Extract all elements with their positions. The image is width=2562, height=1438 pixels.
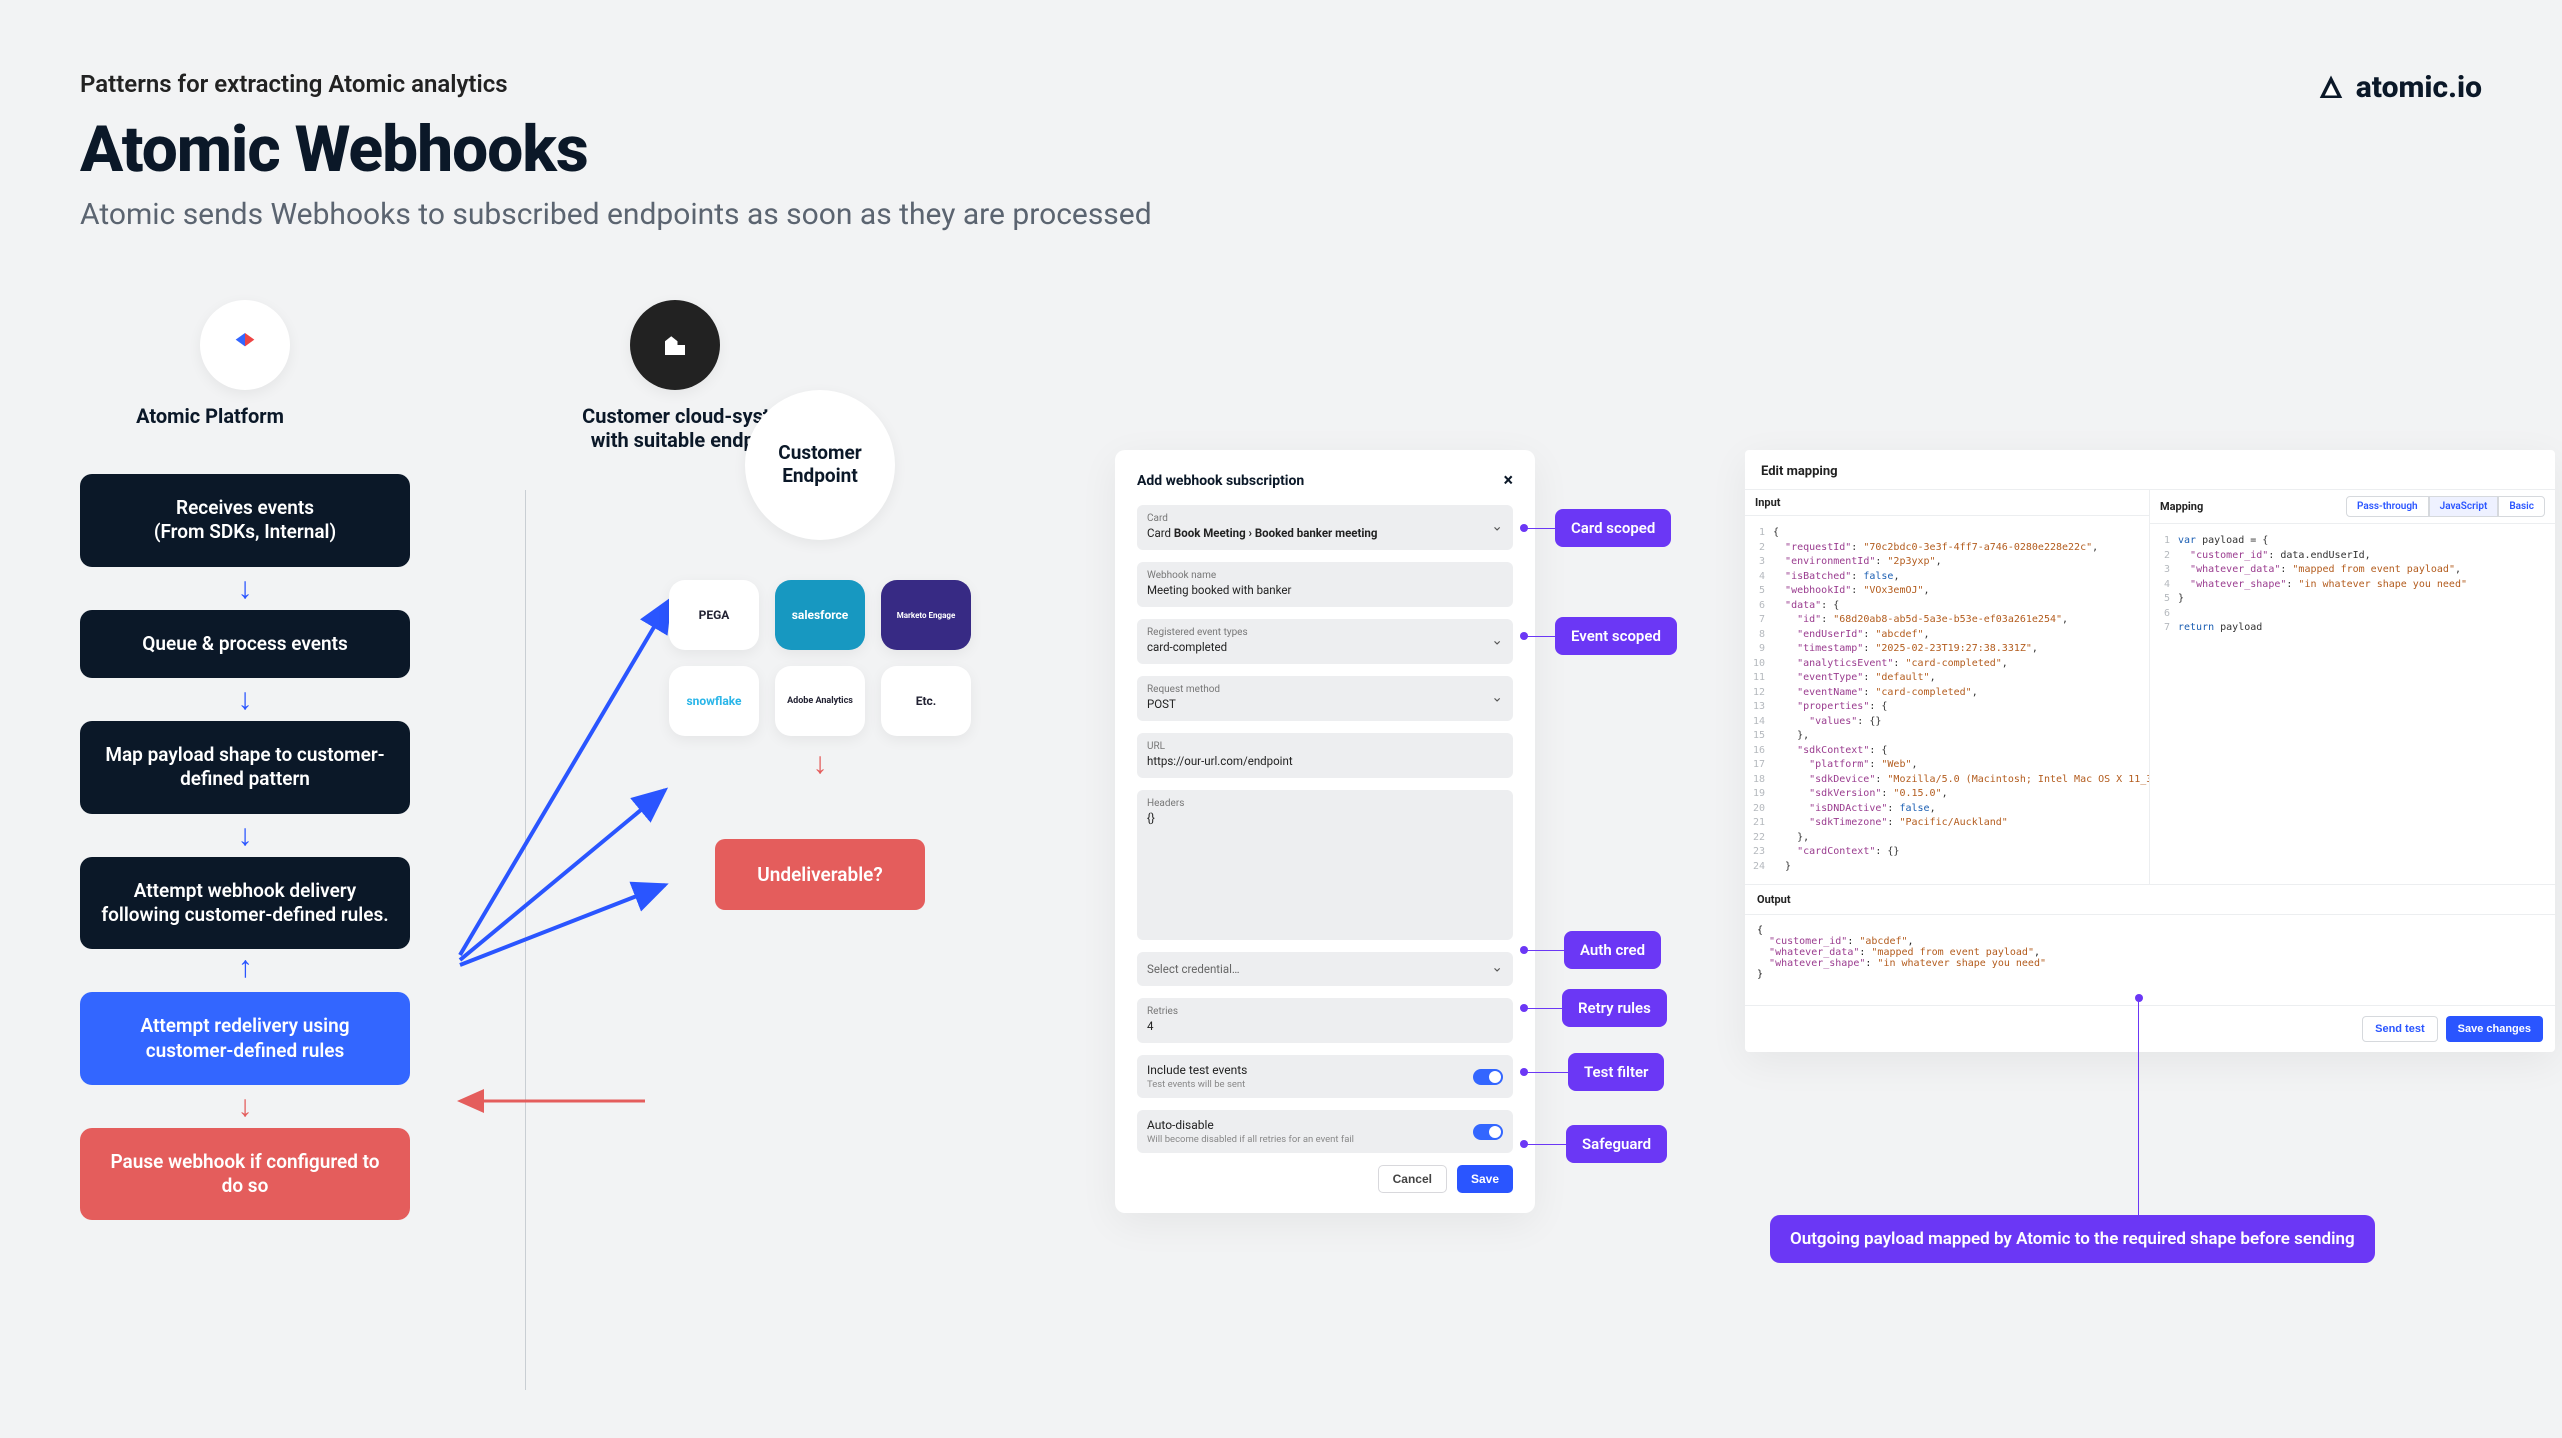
event-types-select[interactable]: Registered event types card-completed bbox=[1137, 619, 1513, 664]
step-queue-process: Queue & process events bbox=[80, 610, 410, 678]
arrow-down-red-icon: ↓ bbox=[238, 1089, 253, 1124]
arrow-down-icon: ↓ bbox=[238, 818, 253, 853]
toggle-sublabel: Test events will be sent bbox=[1147, 1079, 1503, 1090]
field-placeholder: Select credential… bbox=[1147, 962, 1503, 976]
retries-input[interactable]: Retries 4 bbox=[1137, 998, 1513, 1043]
toggle-label: Include test events bbox=[1147, 1063, 1503, 1077]
arrow-down-icon: ↓ bbox=[238, 571, 253, 606]
tab-basic[interactable]: Basic bbox=[2498, 496, 2545, 517]
method-select[interactable]: Request method POST bbox=[1137, 676, 1513, 721]
logo-adobe-analytics: Adobe Analytics bbox=[775, 666, 865, 736]
step-attempt-delivery: Attempt webhook delivery following custo… bbox=[80, 857, 410, 950]
input-json-viewer: 1{2 "requestId": "70c2bdc0-3e3f-4ff7-a74… bbox=[1745, 516, 2149, 884]
callout-card-scoped: Card scoped bbox=[1555, 509, 1671, 547]
field-value: POST bbox=[1147, 697, 1503, 711]
output-heading: Output bbox=[1745, 885, 2555, 915]
customer-endpoint-node: Customer Endpoint bbox=[745, 390, 895, 540]
brand-logo: atomic.io bbox=[2316, 70, 2482, 105]
save-changes-button[interactable]: Save changes bbox=[2446, 1016, 2543, 1042]
atomic-platform-icon bbox=[200, 300, 290, 390]
column-divider bbox=[525, 490, 526, 1390]
column-label-atomic: Atomic Platform bbox=[80, 404, 340, 452]
callout-payload-mapping: Outgoing payload mapped by Atomic to the… bbox=[1770, 1215, 2375, 1263]
page-subtitle: Atomic sends Webhooks to subscribed endp… bbox=[80, 197, 2522, 232]
integration-logos: PEGA salesforce Marketo Engage snowflake… bbox=[625, 580, 1015, 736]
url-input[interactable]: URL https://our-url.com/endpoint bbox=[1137, 733, 1513, 778]
field-label: Retries bbox=[1147, 1006, 1503, 1017]
mapper-title: Edit mapping bbox=[1745, 450, 2555, 489]
arrow-down-icon: ↓ bbox=[238, 682, 253, 717]
field-label: Registered event types bbox=[1147, 627, 1503, 638]
send-test-button[interactable]: Send test bbox=[2362, 1016, 2438, 1042]
toggle-on-icon bbox=[1473, 1124, 1503, 1140]
callout-safeguard: Safeguard bbox=[1566, 1125, 1667, 1163]
logo-salesforce: salesforce bbox=[775, 580, 865, 650]
input-heading: Input bbox=[1755, 496, 1780, 509]
cancel-button[interactable]: Cancel bbox=[1378, 1165, 1447, 1193]
modal-title: Add webhook subscription bbox=[1137, 473, 1304, 489]
autodisable-toggle[interactable]: Auto-disable Will become disabled if all… bbox=[1137, 1110, 1513, 1153]
close-icon[interactable]: × bbox=[1503, 470, 1513, 491]
arrow-up-icon: ↓ bbox=[238, 953, 253, 988]
toggle-label: Auto-disable bbox=[1147, 1118, 1503, 1132]
tab-pass-through[interactable]: Pass-through bbox=[2346, 496, 2429, 517]
step-receive-events: Receives events (From SDKs, Internal) bbox=[80, 474, 410, 567]
callout-event-scoped: Event scoped bbox=[1555, 617, 1677, 655]
arrow-down-red-icon: ↓ bbox=[625, 746, 1015, 781]
add-webhook-modal: Add webhook subscription × Card Card Boo… bbox=[1115, 450, 1535, 1213]
atomic-logo-icon bbox=[2316, 73, 2346, 103]
field-label: URL bbox=[1147, 741, 1503, 752]
logo-marketo: Marketo Engage bbox=[881, 580, 971, 650]
toggle-sublabel: Will become disabled if all retries for … bbox=[1147, 1134, 1503, 1145]
field-value: https://our-url.com/endpoint bbox=[1147, 754, 1503, 768]
undeliverable-node: Undeliverable? bbox=[715, 839, 925, 910]
credential-select[interactable]: Select credential… bbox=[1137, 952, 1513, 986]
headers-input[interactable]: Headers {} bbox=[1137, 790, 1513, 940]
undeliverable-arrow bbox=[450, 1086, 650, 1116]
field-value: card-completed bbox=[1147, 640, 1503, 654]
field-label: Webhook name bbox=[1147, 570, 1503, 581]
edit-mapping-panel: Edit mapping Input 1{2 "requestId": "70c… bbox=[1745, 450, 2555, 1052]
brand-name: atomic.io bbox=[2356, 70, 2482, 105]
field-label: Card bbox=[1147, 513, 1503, 524]
step-pause-webhook: Pause webhook if configured to do so bbox=[80, 1128, 410, 1221]
field-value: Meeting booked with banker bbox=[1147, 583, 1503, 597]
field-value: {} bbox=[1147, 811, 1503, 825]
mapping-code-editor[interactable]: 1var payload = {2 "customer_id": data.en… bbox=[2150, 524, 2555, 646]
tab-javascript[interactable]: JavaScript bbox=[2429, 496, 2499, 517]
customer-system-icon bbox=[630, 300, 720, 390]
page-eyebrow: Patterns for extracting Atomic analytics bbox=[80, 70, 2522, 98]
callout-test-filter: Test filter bbox=[1568, 1053, 1664, 1091]
output-json-viewer: { "customer_id": "abcdef", "whatever_dat… bbox=[1745, 915, 2555, 1005]
include-test-toggle[interactable]: Include test events Test events will be … bbox=[1137, 1055, 1513, 1098]
logo-etc: Etc. bbox=[881, 666, 971, 736]
webhook-name-input[interactable]: Webhook name Meeting booked with banker bbox=[1137, 562, 1513, 607]
step-redelivery: Attempt redelivery using customer-define… bbox=[80, 992, 410, 1085]
mapping-heading: Mapping bbox=[2160, 500, 2203, 513]
logo-snowflake: snowflake bbox=[669, 666, 759, 736]
callout-retry-rules: Retry rules bbox=[1562, 989, 1667, 1027]
logo-pega: PEGA bbox=[669, 580, 759, 650]
field-value: 4 bbox=[1147, 1019, 1503, 1033]
page-title: Atomic Webhooks bbox=[80, 112, 2522, 187]
card-select[interactable]: Card Card Book Meeting › Booked banker m… bbox=[1137, 505, 1513, 550]
toggle-on-icon bbox=[1473, 1069, 1503, 1085]
save-button[interactable]: Save bbox=[1457, 1165, 1513, 1193]
field-label: Request method bbox=[1147, 684, 1503, 695]
step-map-payload: Map payload shape to customer-defined pa… bbox=[80, 721, 410, 814]
callout-auth-cred: Auth cred bbox=[1564, 931, 1661, 969]
field-value: Card Book Meeting › Booked banker meetin… bbox=[1147, 526, 1503, 540]
field-label: Headers bbox=[1147, 798, 1503, 809]
